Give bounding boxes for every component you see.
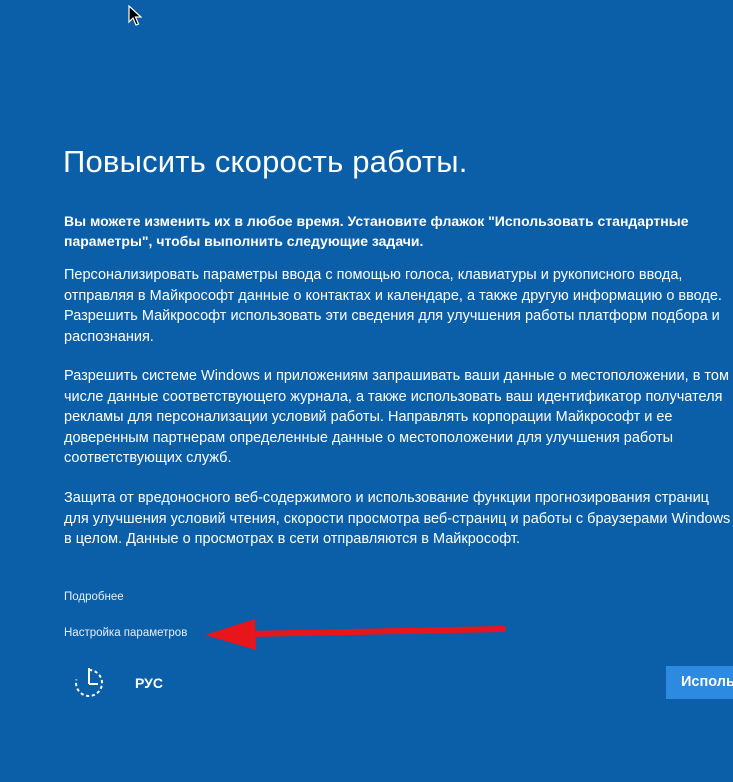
setup-screen: { "title": "Повысить скорость работы.", …: [0, 0, 733, 782]
button-clip: Исполь: [0, 0, 733, 782]
use-express-settings-button[interactable]: Исполь: [666, 666, 733, 699]
